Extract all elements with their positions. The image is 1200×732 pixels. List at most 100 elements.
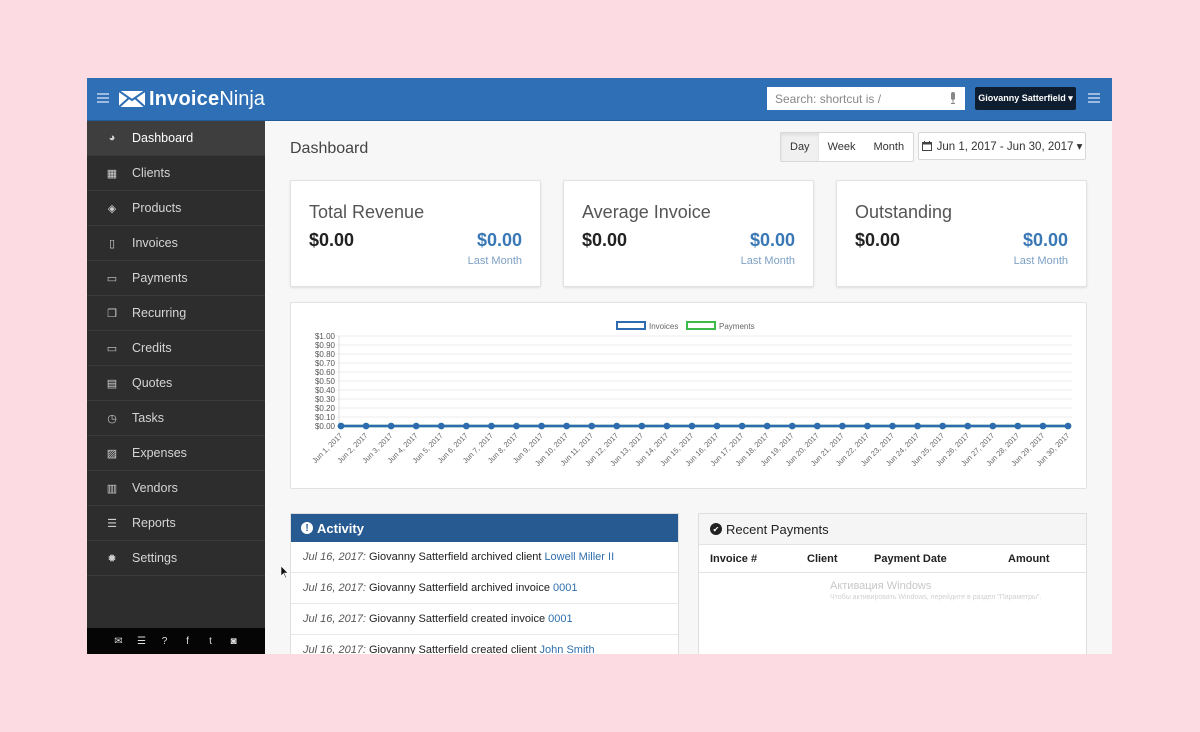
activity-header: ! Activity	[291, 514, 678, 542]
file-text-icon: ▤	[106, 377, 118, 390]
activity-row: Jul 16, 2017: Giovanny Satterfield archiv…	[291, 542, 678, 573]
search-input[interactable]: Search: shortcut is /	[767, 87, 965, 110]
average-invoice-card: Average Invoice $0.00 $0.00 Last Month	[563, 180, 814, 287]
windows-activation-subtext: Чтобы активировать Windows, перейдите в …	[830, 594, 1042, 601]
y-tick-label: $0.50	[315, 377, 336, 386]
data-point-invoices	[864, 422, 871, 430]
data-point-invoices	[788, 422, 796, 430]
sidebar-item-label: Credits	[132, 341, 172, 355]
data-point-invoices	[738, 422, 746, 430]
windows-activation-watermark: Активация Windows	[830, 580, 932, 592]
total-revenue-card: Total Revenue $0.00 $0.00 Last Month	[290, 180, 541, 287]
column-header-invoice[interactable]: Invoice #	[710, 553, 757, 565]
sidebar-item-credits[interactable]: ▭ Credits	[87, 331, 265, 366]
activity-link[interactable]: Lowell Miller II	[544, 551, 614, 563]
sidebar-item-vendors[interactable]: ▥ Vendors	[87, 471, 265, 506]
data-point-invoices	[437, 422, 445, 430]
question-icon[interactable]: ?	[160, 636, 170, 647]
legend-label-payments: Payments	[719, 322, 755, 331]
activity-text: Giovanny Satterfield created client	[369, 644, 537, 654]
sidebar-toggle-icon[interactable]	[97, 93, 109, 103]
main-content: Dashboard Day Week Month Jun 1, 2017 - J…	[265, 121, 1112, 654]
activity-row: Jul 16, 2017: Giovanny Satterfield archiv…	[291, 573, 678, 604]
envelope-logo-icon	[119, 91, 145, 107]
check-circle-icon: ✔	[710, 523, 722, 535]
activity-date: Jul 16, 2017:	[303, 613, 366, 625]
sidebar-item-tasks[interactable]: ◷ Tasks	[87, 401, 265, 436]
logo-text-light: Ninja	[219, 87, 265, 110]
week-button[interactable]: Week	[819, 133, 865, 161]
sidebar-item-settings[interactable]: ✹ Settings	[87, 541, 265, 576]
microphone-icon[interactable]	[950, 92, 956, 104]
twitter-icon[interactable]: t	[206, 636, 216, 647]
sidebar-item-dashboard[interactable]: ◕ Dashboard	[87, 121, 265, 156]
clock-icon: ◷	[107, 412, 117, 425]
list-icon: ☰	[107, 517, 117, 530]
activity-row: Jul 16, 2017: Giovanny Satterfield create…	[291, 604, 678, 635]
logo-text-bold: Invoice	[149, 87, 220, 110]
month-button[interactable]: Month	[864, 133, 913, 161]
activity-text: Giovanny Satterfield archived client	[369, 551, 542, 563]
right-menu-icon[interactable]	[1088, 93, 1100, 103]
legend-swatch-invoices	[616, 321, 646, 330]
data-point-invoices	[663, 422, 671, 430]
card-value: $0.00	[309, 230, 355, 250]
column-header-amount[interactable]: Amount	[1008, 553, 1050, 565]
data-point-invoices	[914, 422, 921, 430]
sidebar-item-label: Vendors	[132, 481, 178, 495]
recent-payments-header: ✔ Recent Payments	[699, 514, 1086, 545]
activity-link[interactable]: 0001	[553, 582, 577, 594]
data-point-invoices	[688, 422, 696, 430]
y-tick-label: $0.70	[315, 359, 336, 368]
date-range-picker[interactable]: Jun 1, 2017 - Jun 30, 2017 ▾	[918, 132, 1086, 160]
column-header-client[interactable]: Client	[807, 553, 838, 565]
y-tick-label: $0.80	[315, 350, 336, 359]
github-icon[interactable]: ◙	[229, 636, 239, 647]
activity-title: Activity	[317, 520, 364, 536]
sidebar-item-label: Invoices	[132, 236, 178, 250]
data-point-invoices	[638, 422, 646, 430]
activity-link[interactable]: 0001	[548, 613, 572, 625]
sidebar-item-reports[interactable]: ☰ Reports	[87, 506, 265, 541]
list-icon[interactable]: ☰	[137, 636, 147, 647]
data-point-invoices	[889, 422, 896, 430]
sidebar-item-label: Clients	[132, 166, 171, 180]
sidebar-item-recurring[interactable]: ❐ Recurring	[87, 296, 265, 331]
activity-text: Giovanny Satterfield archived invoice	[369, 582, 550, 594]
sidebar-item-clients[interactable]: ▦ Clients	[87, 156, 265, 191]
payments-table-header: Invoice # Client Payment Date Amount	[699, 545, 1086, 573]
activity-link[interactable]: John Smith	[540, 644, 595, 654]
envelope-icon[interactable]: ✉	[114, 636, 124, 647]
sidebar-item-label: Recurring	[132, 306, 187, 320]
building-icon: ▥	[106, 482, 118, 495]
facebook-icon[interactable]: f	[183, 636, 193, 647]
day-button[interactable]: Day	[781, 133, 819, 161]
legend-label-invoices: Invoices	[649, 322, 678, 331]
credit-card-icon: ▭	[106, 272, 118, 285]
sidebar-item-label: Quotes	[132, 376, 173, 390]
cube-icon: ◈	[107, 202, 117, 215]
column-header-payment-date[interactable]: Payment Date	[874, 553, 947, 565]
range-button-group: Day Week Month	[780, 132, 915, 162]
data-point-invoices	[989, 422, 997, 430]
data-point-invoices	[939, 422, 946, 430]
activity-panel: ! Activity Jul 16, 2017: Giovanny Satterf…	[290, 513, 679, 654]
card-compare-label: Last Month	[1013, 255, 1068, 267]
data-point-invoices	[1064, 422, 1072, 430]
card-value: $0.00	[582, 230, 628, 250]
logo[interactable]: Invoice Ninja	[119, 87, 265, 111]
data-point-invoices	[964, 422, 972, 430]
activity-row: Jul 16, 2017: Giovanny Satterfield create…	[291, 635, 678, 654]
sidebar-item-invoices[interactable]: ▯ Invoices	[87, 226, 265, 261]
sidebar-item-label: Settings	[132, 551, 178, 565]
card-compare-value: $0.00	[476, 230, 522, 250]
sidebar-item-quotes[interactable]: ▤ Quotes	[87, 366, 265, 401]
sidebar-item-expenses[interactable]: ▨ Expenses	[87, 436, 265, 471]
sidebar-item-products[interactable]: ◈ Products	[87, 191, 265, 226]
sidebar-item-label: Products	[132, 201, 182, 215]
sidebar-item-label: Payments	[132, 271, 188, 285]
data-point-invoices	[1014, 422, 1022, 430]
user-menu-button[interactable]: Giovanny Satterfield ▾	[975, 87, 1076, 110]
sidebar-item-payments[interactable]: ▭ Payments	[87, 261, 265, 296]
y-tick-label: $0.10	[315, 413, 336, 422]
